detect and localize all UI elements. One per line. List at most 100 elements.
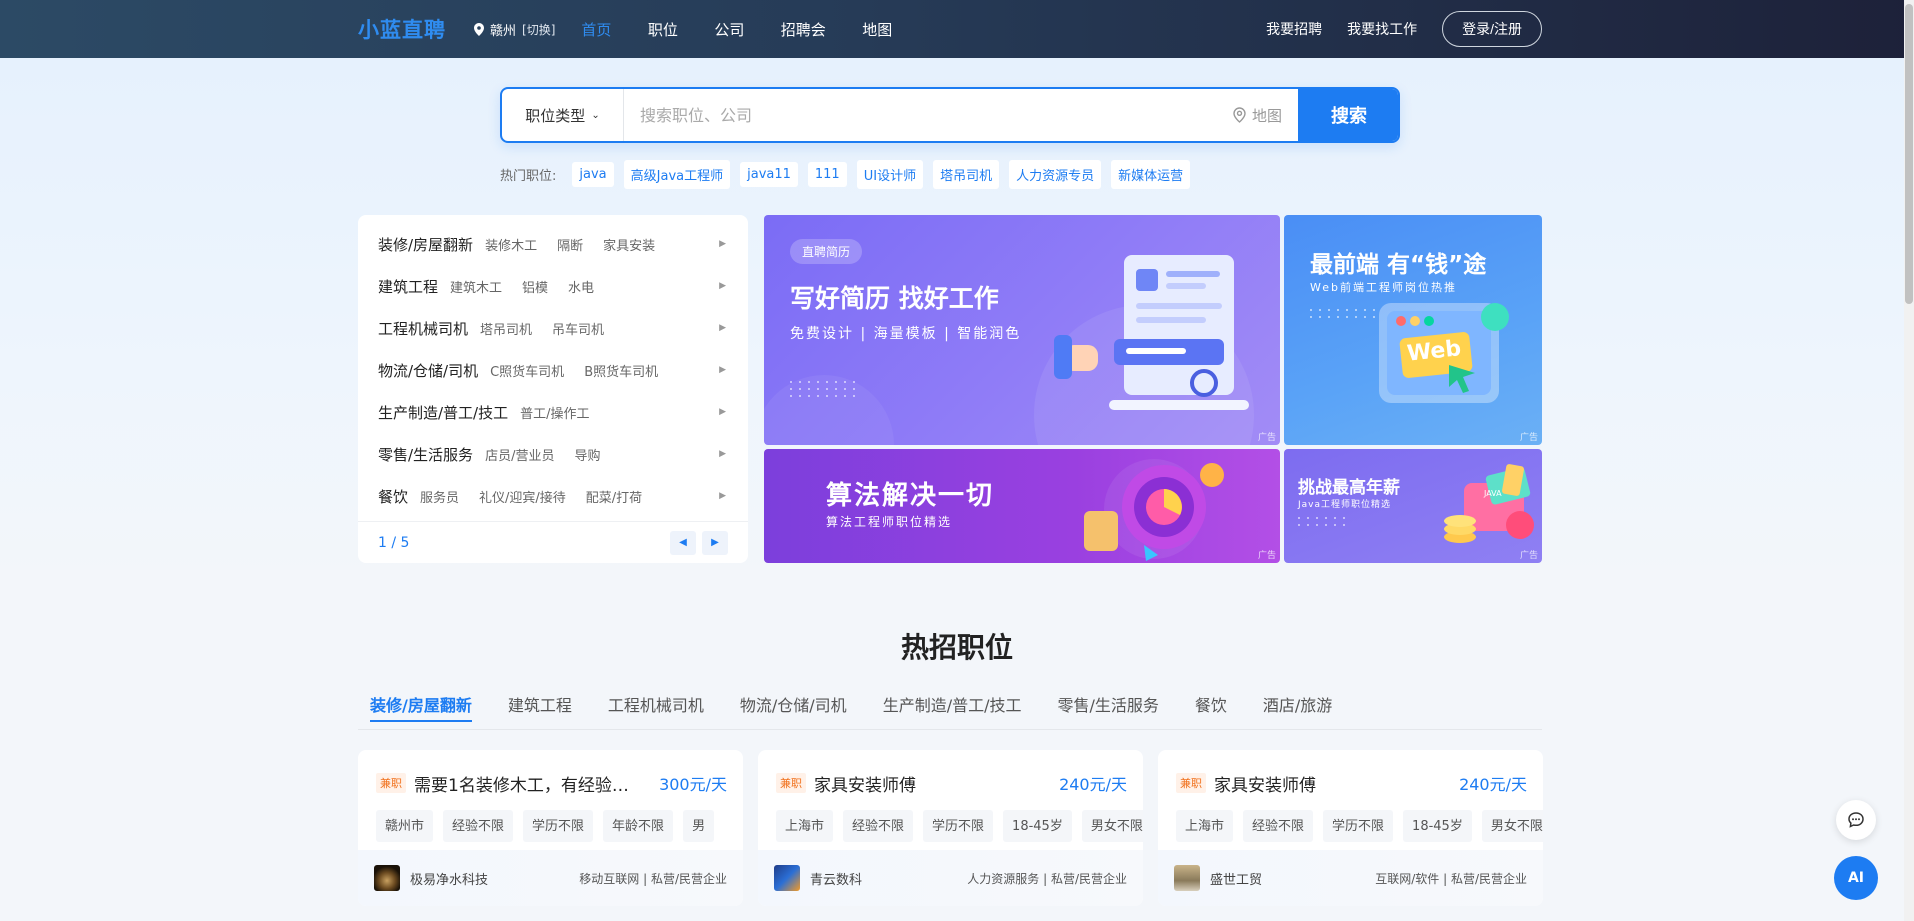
find-job-link[interactable]: 我要找工作 <box>1347 19 1417 39</box>
category-sub[interactable]: 导购 <box>574 445 600 464</box>
tab-catering[interactable]: 餐饮 <box>1195 690 1227 730</box>
job-salary: 240元/天 <box>1459 775 1527 794</box>
category-sub[interactable]: 服务员 <box>420 487 459 506</box>
category-row[interactable]: 餐饮 服务员 礼仪/迎宾/接待 配菜/打荷 ▶ <box>358 475 748 517</box>
job-title[interactable]: 家具安装师傅 <box>1214 771 1449 796</box>
category-row[interactable]: 建筑工程 建筑木工 铝模 水电 ▶ <box>358 265 748 307</box>
category-row[interactable]: 物流/仓储/司机 C照货车司机 B照货车司机 ▶ <box>358 349 748 391</box>
category-sub[interactable]: 普工/操作工 <box>520 403 589 422</box>
hot-tag[interactable]: java11 <box>740 162 798 187</box>
category-main[interactable]: 物流/仓储/司机 <box>378 360 478 381</box>
job-tags: 上海市 经验不限 学历不限 18-45岁 男女不限 <box>1158 798 1543 842</box>
job-card[interactable]: 兼职 家具安装师傅 240元/天 上海市 经验不限 学历不限 18-45岁 男女… <box>758 750 1143 906</box>
category-main[interactable]: 建筑工程 <box>378 276 438 297</box>
category-sub[interactable]: 配菜/打荷 <box>586 487 642 506</box>
category-sub[interactable]: B照货车司机 <box>584 361 658 380</box>
category-sub[interactable]: 隔断 <box>557 235 583 254</box>
city-selector[interactable]: 赣州 [切换] <box>474 20 555 39</box>
banner-resume[interactable]: 直聘简历 写好简历 找好工作 免费设计 | 海量模板 | 智能润色 广告 <box>764 215 1280 445</box>
job-title[interactable]: 家具安装师傅 <box>814 771 1049 796</box>
page-indicator: 1 / 5 <box>378 534 410 551</box>
login-button[interactable]: 登录/注册 <box>1442 11 1542 47</box>
tab-logistics[interactable]: 物流/仓储/司机 <box>740 690 847 730</box>
search-button[interactable]: 搜索 <box>1298 89 1398 141</box>
company-name[interactable]: 盛世工贸 <box>1210 869 1262 888</box>
map-search[interactable]: 地图 <box>1233 105 1282 126</box>
hot-tag[interactable]: 人力资源专员 <box>1009 160 1102 189</box>
hot-tag[interactable]: 111 <box>807 162 847 187</box>
company-name[interactable]: 极易净水科技 <box>410 869 488 888</box>
category-sub[interactable]: 装修木工 <box>485 235 537 254</box>
hot-tag[interactable]: 新媒体运营 <box>1111 160 1191 189</box>
chart-cloud-icon <box>1084 463 1224 561</box>
tab-construction[interactable]: 建筑工程 <box>508 690 572 730</box>
tab-manufacturing[interactable]: 生产制造/普工/技工 <box>883 690 1022 730</box>
logo[interactable]: 小蓝直聘 <box>358 14 446 44</box>
category-main[interactable]: 工程机械司机 <box>378 318 468 339</box>
banner-frontend[interactable]: 最前端 有“钱”途 Web前端工程师岗位热推 Web 广告 <box>1284 215 1542 445</box>
ai-assistant-button[interactable]: AI <box>1834 856 1878 900</box>
category-main[interactable]: 生产制造/普工/技工 <box>378 402 508 423</box>
recruit-link[interactable]: 我要招聘 <box>1266 19 1322 39</box>
chat-bubble-icon <box>1848 812 1864 828</box>
category-row[interactable]: 工程机械司机 塔吊司机 吊车司机 ▶ <box>358 307 748 349</box>
city-switch[interactable]: [切换] <box>522 21 555 38</box>
tab-renovation[interactable]: 装修/房屋翻新 <box>370 690 472 730</box>
nav-home[interactable]: 首页 <box>581 19 611 40</box>
company-industry: 人力资源服务 | 私营/民营企业 <box>967 871 1127 886</box>
hot-tag[interactable]: UI设计师 <box>856 160 924 189</box>
nav-map[interactable]: 地图 <box>862 19 892 40</box>
dots-decor <box>790 381 857 397</box>
category-row[interactable]: 生产制造/普工/技工 普工/操作工 ▶ <box>358 391 748 433</box>
chat-button[interactable] <box>1836 800 1876 840</box>
company-info[interactable]: 盛世工贸 互联网/软件 | 私营/民营企业 <box>1158 850 1543 906</box>
job-tag: 学历不限 <box>923 810 994 842</box>
company-info[interactable]: 极易净水科技 移动互联网 | 私营/民营企业 <box>358 850 743 906</box>
category-main[interactable]: 餐饮 <box>378 486 408 507</box>
scrollbar-thumb[interactable] <box>1905 4 1913 304</box>
company-name[interactable]: 青云数科 <box>810 869 862 888</box>
tab-hotel-travel[interactable]: 酒店/旅游 <box>1263 690 1332 730</box>
job-card[interactable]: 兼职 家具安装师傅 240元/天 上海市 经验不限 学历不限 18-45岁 男女… <box>1158 750 1543 906</box>
category-main[interactable]: 零售/生活服务 <box>378 444 473 465</box>
hot-tag[interactable]: java <box>572 162 614 187</box>
banner-algorithm[interactable]: 算法解决一切 算法工程师职位精选 广告 <box>764 449 1280 563</box>
category-sub[interactable]: 建筑木工 <box>450 277 502 296</box>
category-sub[interactable]: 礼仪/迎宾/接待 <box>479 487 566 506</box>
dots-decor <box>1310 309 1377 318</box>
job-type-label: 职位类型 <box>525 106 586 125</box>
hot-tag[interactable]: 高级Java工程师 <box>623 160 731 189</box>
category-sub[interactable]: 店员/营业员 <box>485 445 554 464</box>
prev-page-button[interactable]: ◀ <box>670 530 696 555</box>
caret-right-icon: ▶ <box>719 281 726 291</box>
hot-jobs-label: 热门职位: <box>500 169 557 184</box>
company-info[interactable]: 青云数科 人力资源服务 | 私营/民营企业 <box>758 850 1143 906</box>
hot-tag[interactable]: 塔吊司机 <box>933 160 1000 189</box>
category-main[interactable]: 装修/房屋翻新 <box>378 234 473 255</box>
category-row[interactable]: 零售/生活服务 店员/营业员 导购 ▶ <box>358 433 748 475</box>
page-scrollbar[interactable] <box>1904 0 1914 921</box>
nav-companies[interactable]: 公司 <box>714 19 744 40</box>
banner-title: 写好简历 找好工作 <box>790 284 999 313</box>
company-logo <box>1174 865 1200 891</box>
category-sub[interactable]: 吊车司机 <box>552 319 604 338</box>
tab-machinery-driver[interactable]: 工程机械司机 <box>608 690 704 730</box>
banner-subtitle: 免费设计 | 海量模板 | 智能润色 <box>790 326 1022 342</box>
category-sub[interactable]: 铝模 <box>522 277 548 296</box>
job-tags: 上海市 经验不限 学历不限 18-45岁 男女不限 <box>758 798 1143 842</box>
nav-jobs[interactable]: 职位 <box>648 19 678 40</box>
job-title[interactable]: 需要1名装修木工，有经验… <box>414 771 649 796</box>
category-sub[interactable]: 家具安装 <box>603 235 655 254</box>
job-tag: 18-45岁 <box>1403 810 1472 842</box>
category-row[interactable]: 装修/房屋翻新 装修木工 隔断 家具安装 ▶ <box>358 223 748 265</box>
search-input[interactable] <box>624 89 1233 141</box>
category-sub[interactable]: 塔吊司机 <box>480 319 532 338</box>
banner-java[interactable]: 挑战最高年薪 Java工程师职位精选 JAVA 广告 <box>1284 449 1542 563</box>
category-sub[interactable]: C照货车司机 <box>490 361 564 380</box>
nav-job-fairs[interactable]: 招聘会 <box>781 19 826 40</box>
job-card[interactable]: 兼职 需要1名装修木工，有经验… 300元/天 赣州市 经验不限 学历不限 年龄… <box>358 750 743 906</box>
category-sub[interactable]: 水电 <box>568 277 594 296</box>
next-page-button[interactable]: ▶ <box>702 530 728 555</box>
tab-retail[interactable]: 零售/生活服务 <box>1057 690 1158 730</box>
job-type-dropdown[interactable]: 职位类型 ⌄ <box>502 89 624 141</box>
